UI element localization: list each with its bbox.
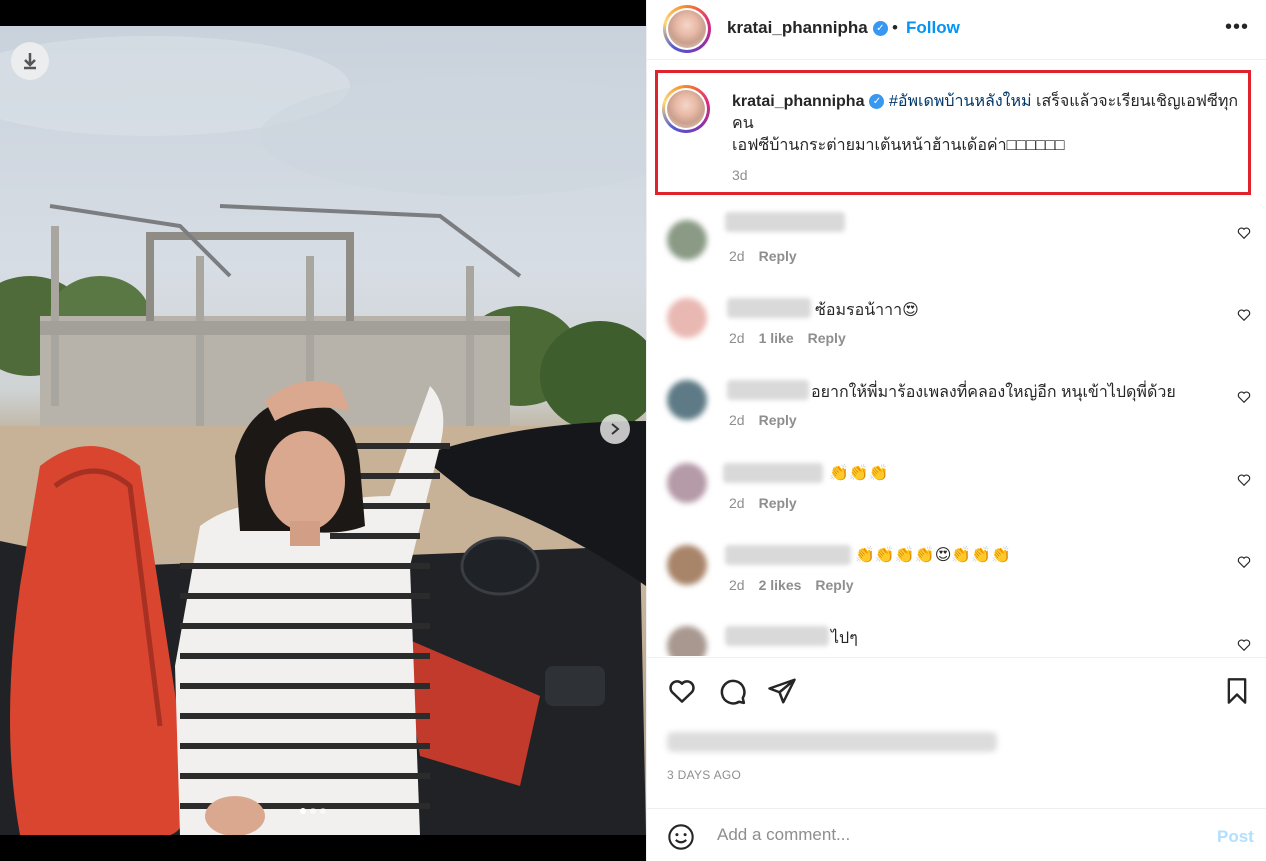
carousel-dot bbox=[320, 808, 326, 814]
bookmark-icon[interactable] bbox=[1223, 676, 1251, 706]
post-header: kratai_phannipha ✓ • Follow ••• bbox=[647, 0, 1266, 60]
comment-text: 👏👏👏👏😍👏👏👏 bbox=[855, 547, 1012, 564]
author-avatar[interactable] bbox=[663, 5, 711, 53]
commenter-avatar[interactable] bbox=[667, 380, 707, 420]
like-comment-heart-icon[interactable] bbox=[1237, 226, 1251, 240]
carousel-indicator bbox=[300, 808, 326, 814]
add-comment-bar: Post bbox=[647, 808, 1266, 861]
comment-item: ไปๆ bbox=[647, 620, 1266, 656]
commenter-username-blurred[interactable] bbox=[725, 212, 845, 232]
photo-illustration bbox=[0, 36, 646, 835]
verified-icon: ✓ bbox=[872, 21, 888, 37]
comments-list[interactable]: 2d Reply ซ้อมรอน้าาา😍 2d 1 like Reply อยากใ… bbox=[647, 200, 1266, 656]
comment-meta: 2d 2 likes Reply bbox=[729, 577, 854, 593]
post-side-panel: kratai_phannipha ✓ • Follow ••• kratai_ph… bbox=[646, 0, 1266, 861]
comment-likes[interactable]: 2 likes bbox=[759, 577, 802, 593]
caption-line2: เอฟซีบ้านกระต่ายมาเต้นหน้าฮ้านเด้อค่า□□□… bbox=[732, 137, 1065, 154]
comment-icon[interactable] bbox=[717, 676, 747, 706]
comment-text: อยากให้พี่มาร้องเพลงที่คลองใหญ่อีก หนุเข… bbox=[811, 384, 1176, 401]
comment-time[interactable]: 2d bbox=[729, 330, 745, 346]
commenter-username-blurred[interactable] bbox=[725, 545, 851, 565]
post-photo bbox=[0, 26, 646, 835]
reply-button[interactable]: Reply bbox=[808, 330, 846, 346]
post-date[interactable]: 3 DAYS AGO bbox=[667, 768, 741, 782]
like-comment-heart-icon[interactable] bbox=[1237, 308, 1251, 322]
download-button[interactable] bbox=[11, 42, 49, 80]
download-icon bbox=[24, 53, 36, 70]
comment-meta: 2d Reply bbox=[729, 248, 797, 264]
caption-hashtag[interactable]: #อัพเดพบ้านหลังใหม่ bbox=[889, 93, 1032, 110]
liked-by-blurred[interactable] bbox=[667, 732, 997, 752]
share-icon[interactable] bbox=[767, 676, 797, 706]
commenter-username-blurred[interactable] bbox=[727, 298, 811, 318]
comment-meta: 2d 1 like Reply bbox=[729, 330, 846, 346]
caption-text: kratai_phannipha ✓ #อัพเดพบ้านหลังใหม่ เส… bbox=[732, 91, 1252, 157]
follow-button[interactable]: Follow bbox=[906, 18, 960, 38]
like-comment-heart-icon[interactable] bbox=[1237, 555, 1251, 569]
reply-button[interactable]: Reply bbox=[815, 577, 853, 593]
verified-icon: ✓ bbox=[869, 94, 885, 110]
commenter-avatar[interactable] bbox=[667, 545, 707, 585]
reply-button[interactable]: Reply bbox=[759, 248, 797, 264]
post-comment-button[interactable]: Post bbox=[1217, 827, 1254, 847]
emoji-icon[interactable] bbox=[667, 823, 695, 851]
like-comment-heart-icon[interactable] bbox=[1237, 638, 1251, 652]
commenter-username-blurred[interactable] bbox=[727, 380, 809, 400]
comment-item: 2d Reply bbox=[647, 206, 1266, 288]
comment-text: ซ้อมรอน้าาา😍 bbox=[815, 302, 919, 319]
comment-time[interactable]: 2d bbox=[729, 412, 745, 428]
caption-highlight: kratai_phannipha ✓ #อัพเดพบ้านหลังใหม่ เส… bbox=[655, 70, 1251, 195]
next-photo-button[interactable] bbox=[600, 414, 630, 444]
comment-text: ไปๆ bbox=[831, 630, 858, 647]
like-comment-heart-icon[interactable] bbox=[1237, 390, 1251, 404]
comment-meta: 2d Reply bbox=[729, 412, 797, 428]
comment-meta: 2d Reply bbox=[729, 495, 797, 511]
commenter-avatar[interactable] bbox=[667, 626, 707, 656]
carousel-dot bbox=[300, 808, 306, 814]
more-options-button[interactable]: ••• bbox=[1225, 16, 1249, 39]
author-username-text: kratai_phannipha bbox=[727, 18, 868, 37]
post-media bbox=[0, 0, 646, 861]
commenter-avatar[interactable] bbox=[667, 220, 707, 260]
commenter-username-blurred[interactable] bbox=[723, 463, 823, 483]
caption-timestamp[interactable]: 3d bbox=[732, 167, 748, 183]
reply-button[interactable]: Reply bbox=[759, 495, 797, 511]
heart-icon[interactable] bbox=[667, 676, 697, 706]
instagram-post-modal: kratai_phannipha ✓ • Follow ••• kratai_ph… bbox=[0, 0, 1266, 861]
comment-text: 👏👏👏 bbox=[829, 465, 889, 482]
author-username[interactable]: kratai_phannipha ✓ bbox=[727, 18, 888, 38]
comment-item: 👏👏👏👏😍👏👏👏 2d 2 likes Reply bbox=[647, 537, 1266, 619]
more-icon: ••• bbox=[1225, 16, 1250, 38]
comment-time[interactable]: 2d bbox=[729, 248, 745, 264]
commenter-avatar[interactable] bbox=[667, 463, 707, 503]
reply-button[interactable]: Reply bbox=[759, 412, 797, 428]
commenter-username-blurred[interactable] bbox=[725, 626, 829, 646]
comment-input[interactable] bbox=[717, 825, 1177, 845]
post-actions: 3 DAYS AGO bbox=[647, 657, 1266, 807]
comment-time[interactable]: 2d bbox=[729, 495, 745, 511]
comment-likes[interactable]: 1 like bbox=[759, 330, 794, 346]
like-comment-heart-icon[interactable] bbox=[1237, 473, 1251, 487]
header-separator: • bbox=[892, 18, 898, 37]
carousel-dot bbox=[310, 808, 316, 814]
comment-item: ซ้อมรอน้าาา😍 2d 1 like Reply bbox=[647, 290, 1266, 372]
commenter-avatar[interactable] bbox=[667, 298, 707, 338]
caption-username[interactable]: kratai_phannipha bbox=[732, 93, 864, 110]
chevron-right-icon bbox=[611, 423, 620, 435]
comment-item: อยากให้พี่มาร้องเพลงที่คลองใหญ่อีก หนุเข… bbox=[647, 372, 1266, 454]
comment-item: 👏👏👏 2d Reply bbox=[647, 455, 1266, 537]
caption-avatar[interactable] bbox=[662, 85, 710, 133]
comment-time[interactable]: 2d bbox=[729, 577, 745, 593]
